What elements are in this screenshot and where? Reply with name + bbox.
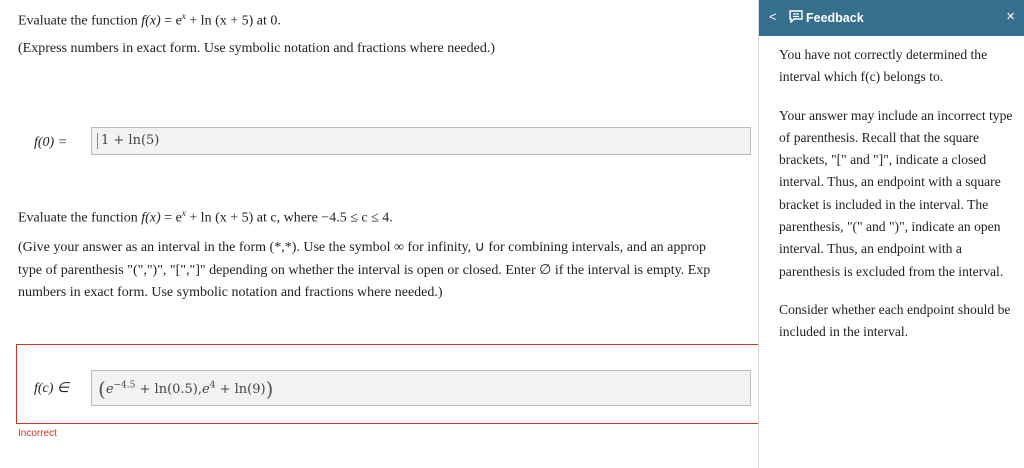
question-2-prompt: Evaluate the function f(x) = ex + ln (x …	[18, 208, 393, 226]
feedback-header: < Feedback ×	[759, 0, 1024, 36]
feedback-panel: < Feedback × You have not correctly dete…	[758, 0, 1024, 468]
answer-1-input[interactable]: 1 + ln(5)	[91, 127, 751, 155]
close-icon[interactable]: ×	[1006, 8, 1015, 25]
answer-2-value: (e−4.5 + ln(0.5),e4 + ln(9))	[98, 377, 274, 401]
feedback-paragraph-2: Your answer may include an incorrect typ…	[779, 107, 1013, 279]
question-area: Evaluate the function f(x) = ex + ln (x …	[0, 0, 758, 468]
answer-1-value: 1 + ln(5)	[101, 133, 160, 148]
text-cursor	[97, 133, 98, 149]
question-1-prompt: Evaluate the function f(x) = ex + ln (x …	[18, 11, 281, 29]
answer-1-label: f(0) =	[34, 135, 68, 150]
feedback-icon	[789, 10, 803, 23]
question-1-instruction: (Express numbers in exact form. Use symb…	[18, 41, 496, 56]
status-incorrect: Incorrect	[18, 428, 57, 439]
feedback-title: Feedback	[806, 11, 864, 25]
answer-2-input[interactable]: (e−4.5 + ln(0.5),e4 + ln(9))	[91, 370, 751, 406]
question-2-instruction: (Give your answer as an interval in the …	[18, 240, 711, 300]
feedback-body: You have not correctly determined the in…	[779, 44, 1023, 360]
chevron-left-icon[interactable]: <	[769, 9, 777, 24]
feedback-paragraph-1: You have not correctly determined the in…	[779, 47, 988, 85]
answer-2-label: f(c) ∈	[34, 381, 70, 396]
feedback-paragraph-3: Consider whether each endpoint should be…	[779, 301, 1011, 340]
